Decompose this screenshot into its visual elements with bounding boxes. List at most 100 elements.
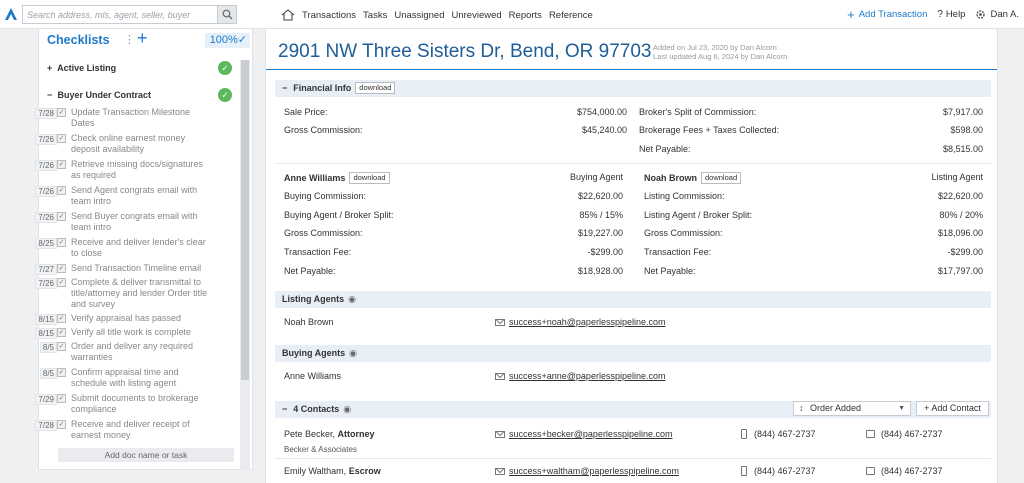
nav-tasks[interactable]: Tasks: [363, 10, 387, 21]
section-active-listing[interactable]: + Active Listing ✓: [47, 61, 232, 77]
listing-agent-name[interactable]: Noah Brown: [284, 317, 334, 327]
download-button[interactable]: download: [349, 172, 390, 184]
section-label: Active Listing: [57, 63, 117, 73]
eye-icon[interactable]: ◉: [349, 348, 357, 358]
item-date: 7/28: [35, 420, 57, 431]
phone-icon: [741, 466, 747, 476]
item-text: Confirm appraisal time and schedule with…: [71, 367, 179, 388]
transaction-meta: Added on Jul 23, 2020 by Dan Alcorn Last…: [653, 43, 787, 61]
nav-unassigned[interactable]: Unassigned: [394, 10, 444, 21]
contact-name[interactable]: Emily Waltham, Escrow: [284, 466, 381, 476]
item-text: Complete & deliver transmittal to title/…: [71, 277, 208, 309]
financial-info-header[interactable]: − Financial Info download: [275, 80, 991, 97]
scrollbar-thumb[interactable]: [241, 60, 249, 380]
add-doc-input[interactable]: Add doc name or task: [58, 448, 234, 462]
add-transaction-button[interactable]: + Add Transaction: [847, 8, 928, 21]
nav-unreviewed[interactable]: Unreviewed: [452, 10, 502, 21]
label: Listing Commission:: [644, 191, 725, 201]
nav-reference[interactable]: Reference: [549, 10, 593, 21]
item-date: 8/15: [35, 328, 57, 339]
sort-icon: ↕: [799, 403, 804, 413]
home-icon[interactable]: [281, 9, 295, 21]
contacts-sort-select[interactable]: ↕ Order Added ▼: [793, 401, 911, 416]
buying-agent-name[interactable]: Anne Williams: [284, 371, 341, 381]
eye-icon[interactable]: ◉: [343, 404, 351, 414]
checkbox[interactable]: ✓: [57, 368, 66, 377]
search-input[interactable]: [23, 6, 218, 23]
checkbox[interactable]: ✓: [57, 212, 66, 221]
net-payable-row: Net Payable: $8,515.00: [639, 144, 983, 154]
help-button[interactable]: ? Help: [937, 9, 965, 20]
fin-row: Net Payable: $17,797.00: [644, 266, 983, 276]
checkbox[interactable]: ✓: [57, 186, 66, 195]
section-title: Financial Info: [293, 83, 352, 93]
search-icon: [222, 9, 233, 20]
item-text: Update Transaction Milestone Dates: [71, 107, 191, 128]
divider: [275, 458, 991, 459]
app-logo-icon[interactable]: [3, 6, 19, 22]
item-text: Verify all title work is complete: [71, 327, 192, 337]
buying-agent-header: Anne Williams download Buying Agent: [284, 172, 623, 184]
label: Gross Commission:: [284, 228, 363, 238]
help-label: Help: [945, 9, 966, 20]
listing-agent-email[interactable]: success+noah@paperlesspipeline.com: [509, 317, 665, 327]
download-button[interactable]: download: [701, 172, 742, 184]
item-date: 7/26: [35, 186, 57, 197]
collapse-icon: −: [47, 90, 53, 100]
label: Net Payable:: [284, 266, 336, 276]
question-icon: ?: [937, 9, 943, 20]
check-icon: ✓: [237, 34, 247, 46]
buying-agent-email[interactable]: success+anne@paperlesspipeline.com: [509, 371, 665, 381]
checkbox[interactable]: ✓: [57, 238, 66, 247]
main-nav: Transactions Tasks Unassigned Unreviewed…: [281, 9, 600, 21]
label: Gross Commission:: [284, 125, 363, 135]
item-text: Verify appraisal has passed: [71, 313, 182, 323]
value: $7,917.00: [942, 107, 983, 117]
label: Net Payable:: [644, 266, 696, 276]
label: Buying Commission:: [284, 191, 367, 201]
item-date: 8/5: [39, 368, 57, 379]
label: Transaction Fee:: [284, 247, 352, 257]
search-button[interactable]: [217, 6, 236, 23]
add-contact-button[interactable]: + Add Contact: [916, 401, 989, 416]
label: Transaction Fee:: [644, 247, 712, 257]
nav-transactions[interactable]: Transactions: [302, 10, 356, 21]
contact-phone[interactable]: (844) 467-2737: [754, 466, 816, 476]
checkbox[interactable]: ✓: [57, 108, 66, 117]
value: $8,515.00: [942, 144, 983, 154]
checkbox[interactable]: ✓: [57, 420, 66, 429]
brokerage-fees-row: Brokerage Fees + Taxes Collected: $598.00: [639, 125, 983, 135]
checkbox[interactable]: ✓: [57, 278, 66, 287]
eye-icon[interactable]: ◉: [348, 294, 356, 304]
add-checklist-icon[interactable]: +: [137, 28, 148, 49]
item-text: Submit documents to brokerage compliance: [71, 393, 199, 414]
complete-check-icon: ✓: [218, 88, 232, 102]
checkbox[interactable]: ✓: [57, 314, 66, 323]
section-buyer-under-contract[interactable]: − Buyer Under Contract ✓: [47, 88, 232, 104]
checkbox[interactable]: ✓: [57, 328, 66, 337]
user-menu[interactable]: Dan A.: [975, 9, 1019, 20]
contact-phone[interactable]: (844) 467-2737: [754, 429, 816, 439]
agent-name: Noah Brown: [644, 173, 697, 183]
nav-reports[interactable]: Reports: [509, 10, 542, 21]
contact-email[interactable]: success+waltham@paperlesspipeline.com: [509, 466, 679, 476]
contact-name[interactable]: Pete Becker, Attorney: [284, 429, 375, 439]
mail-icon: [495, 319, 505, 326]
checkbox[interactable]: ✓: [57, 264, 66, 273]
add-transaction-label: Add Transaction: [858, 9, 928, 20]
contact-email[interactable]: success+becker@paperlesspipeline.com: [509, 429, 672, 439]
item-text: Receive and deliver lender's clear to cl…: [71, 237, 206, 258]
item-date: 7/26: [35, 212, 57, 223]
kebab-menu-icon[interactable]: ⋮: [124, 33, 135, 46]
checkbox[interactable]: ✓: [57, 394, 66, 403]
item-text: Send Transaction Timeline email: [71, 263, 202, 273]
fin-row: Listing Commission: $22,620.00: [644, 191, 983, 201]
checkbox[interactable]: ✓: [57, 342, 66, 351]
item-date: 8/25: [35, 238, 57, 249]
checkbox[interactable]: ✓: [57, 134, 66, 143]
checkbox[interactable]: ✓: [57, 160, 66, 169]
value: $19,227.00: [577, 228, 623, 238]
gear-icon: [976, 10, 986, 19]
checklist-scrollbar[interactable]: [240, 60, 250, 470]
download-button[interactable]: download: [355, 82, 396, 94]
